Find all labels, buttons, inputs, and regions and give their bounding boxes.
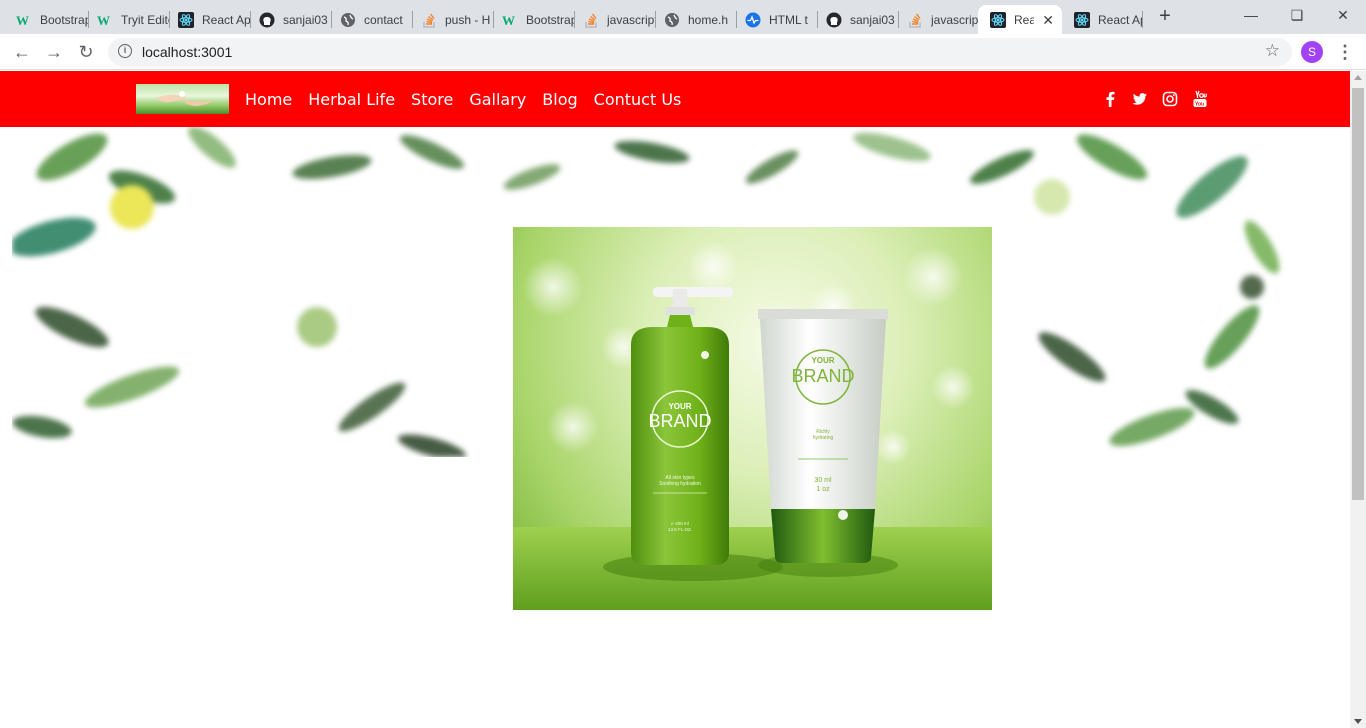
scroll-down-arrow-icon[interactable] — [1354, 719, 1362, 724]
globe-icon — [664, 12, 680, 28]
tab-title: Bootstrap — [40, 12, 88, 27]
nav-link-blog[interactable]: Blog — [542, 90, 577, 109]
bottle-volume-2: 13.5 FL.OZ. — [668, 527, 692, 532]
address-bar[interactable]: i localhost:3001 ☆ — [108, 38, 1292, 66]
browser-tab[interactable]: push - H — [409, 5, 493, 34]
tube-text-2: hydrating — [813, 435, 834, 441]
minimize-button[interactable]: — — [1228, 0, 1274, 30]
info-icon[interactable]: i — [118, 44, 132, 58]
svg-text:W: W — [16, 13, 29, 28]
tube-brand: BRAND — [791, 366, 854, 386]
nav-links: Home Herbal Life Store Gallary Blog Cont… — [245, 71, 697, 127]
close-window-button[interactable]: ✕ — [1320, 0, 1366, 30]
site-logo[interactable] — [136, 84, 229, 114]
youtube-icon[interactable]: You — [1192, 90, 1208, 108]
tab-separator — [1142, 11, 1143, 28]
bottle-volume-1: ℮ 400 ml — [671, 521, 688, 526]
bookmark-star-icon[interactable]: ☆ — [1265, 41, 1280, 61]
tab-title: sanjai03 — [850, 12, 895, 27]
cream-tube: YOUR BRAND Richly hydrating 30 ml 1 oz — [758, 309, 888, 563]
browser-tab[interactable]: sanjai03 — [814, 5, 898, 34]
browser-tab[interactable]: React App — [166, 5, 250, 34]
tab-title: Tryit Editor — [121, 12, 169, 27]
nav-link-contact[interactable]: Contuct Us — [594, 90, 682, 109]
facebook-icon[interactable] — [1102, 90, 1118, 108]
restore-button[interactable]: ❏ — [1274, 0, 1320, 30]
close-tab-icon[interactable]: ✕ — [1042, 12, 1054, 29]
tab-title: push - H — [445, 12, 491, 27]
nav-link-gallery[interactable]: Gallary — [469, 90, 526, 109]
tab-title: home.h — [688, 12, 729, 27]
tab-title: React App — [1014, 12, 1034, 27]
product-hero-image: YOUR BRAND All skin types Soothing hydra… — [513, 227, 992, 610]
tab-title: React App — [202, 12, 250, 27]
page-scrollbar[interactable] — [1350, 71, 1366, 728]
tab-title: javascript — [931, 12, 979, 27]
browser-tab[interactable]: W Bootstrap — [4, 5, 88, 34]
site-navbar: Home Herbal Life Store Gallary Blog Cont… — [0, 71, 1350, 127]
w3schools-icon: W — [502, 12, 518, 28]
bottle-brand: BRAND — [648, 411, 711, 431]
scroll-up-arrow-icon[interactable] — [1354, 75, 1362, 80]
browser-menu-icon[interactable]: ⋮ — [1336, 40, 1354, 64]
browser-tab-active[interactable]: React App ✕ — [978, 5, 1062, 34]
reload-button[interactable]: ↻ — [74, 40, 98, 64]
browser-tab[interactable]: javascript — [895, 5, 979, 34]
nav-link-home[interactable]: Home — [245, 90, 292, 109]
svg-text:W: W — [97, 13, 110, 28]
browser-tab[interactable]: sanjai03 — [247, 5, 331, 34]
pump-bottle: YOUR BRAND All skin types Soothing hydra… — [631, 287, 733, 565]
globe-icon — [340, 12, 356, 28]
tube-brand-top: YOUR — [811, 356, 834, 365]
browser-tab[interactable]: HTML t — [733, 5, 817, 34]
browser-tab[interactable]: contact — [328, 5, 412, 34]
profile-avatar[interactable]: S — [1301, 41, 1323, 63]
url-text[interactable]: localhost:3001 — [142, 44, 232, 60]
tube-volume-1: 30 ml — [814, 477, 832, 484]
pulse-icon — [745, 12, 761, 28]
tab-title: contact — [364, 12, 403, 27]
tab-title: javascript — [607, 12, 655, 27]
react-icon — [990, 11, 1006, 28]
github-icon — [259, 12, 275, 28]
forward-button[interactable]: → — [42, 40, 66, 64]
social-links: You — [1102, 90, 1222, 108]
scrollbar-thumb[interactable] — [1352, 88, 1364, 500]
twitter-icon[interactable] — [1132, 90, 1148, 108]
back-button[interactable]: ← — [10, 40, 34, 64]
react-icon — [1074, 11, 1090, 28]
github-icon — [826, 12, 842, 28]
browser-tab[interactable]: W Tryit Editor — [85, 5, 169, 34]
browser-tab[interactable]: home.h — [652, 5, 736, 34]
browser-tab[interactable]: W Bootstrap — [490, 5, 574, 34]
tab-title: Bootstrap — [526, 12, 574, 27]
new-tab-button[interactable]: + — [1154, 5, 1176, 29]
browser-tab[interactable]: javascript — [571, 5, 655, 34]
bottle-brand-top: YOUR — [668, 402, 691, 411]
svg-text:W: W — [502, 13, 515, 28]
nav-link-store[interactable]: Store — [411, 90, 453, 109]
browser-tab[interactable]: React App — [1062, 5, 1142, 34]
nav-link-herbal-life[interactable]: Herbal Life — [308, 90, 395, 109]
w3schools-icon: W — [16, 12, 32, 28]
tab-strip: W Bootstrap W Tryit Editor React App san… — [0, 0, 1366, 34]
tab-title: HTML t — [769, 12, 808, 27]
stackoverflow-icon — [583, 12, 599, 28]
browser-toolbar: ← → ↻ i localhost:3001 ☆ — [0, 34, 1366, 70]
stackoverflow-icon — [907, 12, 923, 28]
tube-volume-2: 1 oz — [816, 486, 830, 493]
instagram-icon[interactable] — [1162, 90, 1178, 108]
stackoverflow-icon — [421, 12, 437, 28]
page-viewport: Home Herbal Life Store Gallary Blog Cont… — [0, 71, 1350, 728]
tab-title: React App — [1098, 12, 1142, 27]
react-icon — [178, 11, 194, 28]
svg-text:You: You — [1195, 102, 1204, 108]
tab-title: sanjai03 — [283, 12, 328, 27]
bottle-text-2: Soothing hydration — [659, 481, 701, 487]
w3schools-icon: W — [97, 12, 113, 28]
